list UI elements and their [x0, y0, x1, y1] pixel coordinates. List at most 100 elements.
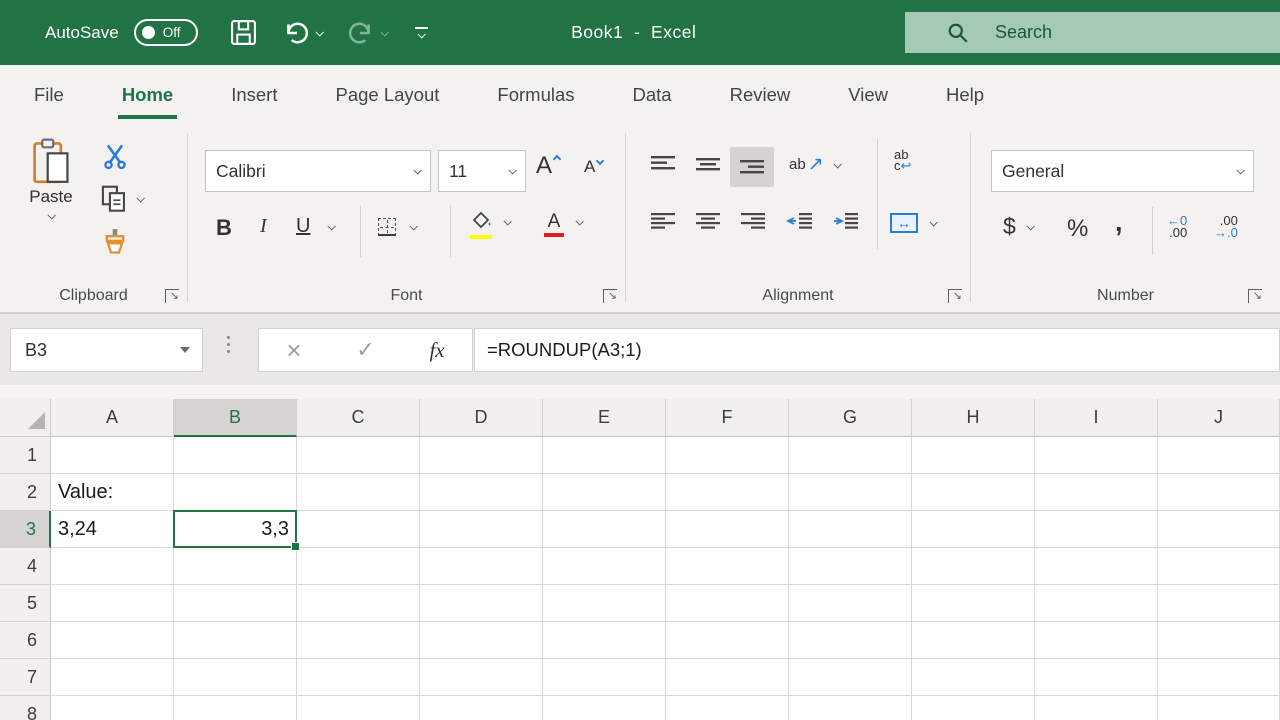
select-all-button[interactable]	[0, 399, 51, 437]
cell-H5[interactable]	[912, 585, 1035, 622]
cell-C8[interactable]	[297, 696, 420, 720]
cell-H2[interactable]	[912, 474, 1035, 511]
cell-G1[interactable]	[789, 437, 912, 474]
align-right-button[interactable]	[741, 213, 765, 229]
redo-dropdown-icon[interactable]	[380, 28, 388, 36]
cell-E4[interactable]	[543, 548, 666, 585]
align-left-button[interactable]	[651, 213, 675, 229]
cell-J6[interactable]	[1158, 622, 1280, 659]
cell-F2[interactable]	[666, 474, 789, 511]
cell-J1[interactable]	[1158, 437, 1280, 474]
cell-D8[interactable]	[420, 696, 543, 720]
cell-F3[interactable]	[666, 511, 789, 548]
tab-file[interactable]: File	[5, 65, 93, 125]
paste-dropdown-icon[interactable]	[47, 211, 55, 219]
cell-A8[interactable]	[51, 696, 174, 720]
cell-A2[interactable]: Value:	[51, 474, 174, 511]
undo-button[interactable]	[283, 20, 322, 46]
cell-E5[interactable]	[543, 585, 666, 622]
cell-F5[interactable]	[666, 585, 789, 622]
cell-G7[interactable]	[789, 659, 912, 696]
cell-A1[interactable]	[51, 437, 174, 474]
number-dialog-launcher[interactable]: ↘	[1248, 289, 1262, 303]
column-header-H[interactable]: H	[912, 399, 1035, 437]
decrease-indent-button[interactable]	[786, 213, 812, 229]
autosave-toggle[interactable]: Off	[134, 19, 198, 46]
cell-I1[interactable]	[1035, 437, 1158, 474]
cell-G4[interactable]	[789, 548, 912, 585]
cell-C4[interactable]	[297, 548, 420, 585]
cell-H1[interactable]	[912, 437, 1035, 474]
cell-E6[interactable]	[543, 622, 666, 659]
cell-G6[interactable]	[789, 622, 912, 659]
cell-A7[interactable]	[51, 659, 174, 696]
column-header-D[interactable]: D	[420, 399, 543, 437]
cell-I3[interactable]	[1035, 511, 1158, 548]
enter-icon[interactable]: ✓	[356, 337, 374, 363]
name-box-dropdown-icon[interactable]	[180, 347, 190, 353]
cell-E7[interactable]	[543, 659, 666, 696]
search-box[interactable]: Search	[905, 12, 1280, 53]
cell-C5[interactable]	[297, 585, 420, 622]
cell-A3[interactable]: 3,24	[51, 511, 174, 548]
clipboard-dialog-launcher[interactable]: ↘	[165, 289, 179, 303]
tab-review[interactable]: Review	[701, 65, 820, 125]
cell-I5[interactable]	[1035, 585, 1158, 622]
cell-H6[interactable]	[912, 622, 1035, 659]
copy-dropdown-icon[interactable]	[136, 194, 144, 202]
formula-bar-handle[interactable]	[227, 336, 230, 353]
cell-I2[interactable]	[1035, 474, 1158, 511]
tab-view[interactable]: View	[819, 65, 917, 125]
cell-J7[interactable]	[1158, 659, 1280, 696]
cell-C7[interactable]	[297, 659, 420, 696]
insert-function-icon[interactable]: fx	[429, 338, 444, 363]
font-size-combobox[interactable]: 11	[438, 150, 526, 192]
cell-B3-selected[interactable]: 3,3	[174, 511, 297, 548]
cell-D7[interactable]	[420, 659, 543, 696]
tab-home[interactable]: Home	[93, 65, 202, 125]
paste-button[interactable]: Paste	[18, 138, 84, 219]
cell-J3[interactable]	[1158, 511, 1280, 548]
cell-G2[interactable]	[789, 474, 912, 511]
increase-indent-button[interactable]	[832, 213, 858, 229]
borders-dropdown-icon[interactable]	[409, 222, 417, 230]
row-header-8[interactable]: 8	[0, 696, 51, 720]
tab-data[interactable]: Data	[604, 65, 701, 125]
cell-E3[interactable]	[543, 511, 666, 548]
fill-color-button[interactable]	[470, 211, 510, 233]
cell-G5[interactable]	[789, 585, 912, 622]
tab-help[interactable]: Help	[917, 65, 1013, 125]
increase-decimal-button[interactable]: ←0 .00	[1167, 215, 1187, 239]
row-header-2[interactable]: 2	[0, 474, 51, 511]
column-header-C[interactable]: C	[297, 399, 420, 437]
cell-F8[interactable]	[666, 696, 789, 720]
decrease-decimal-button[interactable]: .00 →.0	[1214, 215, 1238, 239]
cell-B4[interactable]	[174, 548, 297, 585]
customize-quick-access-button[interactable]	[415, 27, 428, 38]
cell-D5[interactable]	[420, 585, 543, 622]
save-button[interactable]	[230, 19, 257, 46]
column-header-B[interactable]: B	[174, 399, 297, 437]
cell-D1[interactable]	[420, 437, 543, 474]
font-color-dropdown-icon[interactable]	[575, 217, 583, 225]
row-header-5[interactable]: 5	[0, 585, 51, 622]
cell-F6[interactable]	[666, 622, 789, 659]
cell-C1[interactable]	[297, 437, 420, 474]
cell-F7[interactable]	[666, 659, 789, 696]
cell-A4[interactable]	[51, 548, 174, 585]
merge-center-button[interactable]: ↔	[890, 213, 936, 233]
cell-C2[interactable]	[297, 474, 420, 511]
cell-G3[interactable]	[789, 511, 912, 548]
cell-D4[interactable]	[420, 548, 543, 585]
wrap-text-button[interactable]: ab c↩	[894, 149, 911, 171]
name-box[interactable]: B3	[10, 328, 203, 372]
alignment-dialog-launcher[interactable]: ↘	[948, 289, 962, 303]
cell-G8[interactable]	[789, 696, 912, 720]
cell-E8[interactable]	[543, 696, 666, 720]
top-align-button[interactable]	[651, 155, 675, 173]
cell-D2[interactable]	[420, 474, 543, 511]
row-header-6[interactable]: 6	[0, 622, 51, 659]
cell-J5[interactable]	[1158, 585, 1280, 622]
row-header-3[interactable]: 3	[0, 511, 51, 548]
cell-C6[interactable]	[297, 622, 420, 659]
